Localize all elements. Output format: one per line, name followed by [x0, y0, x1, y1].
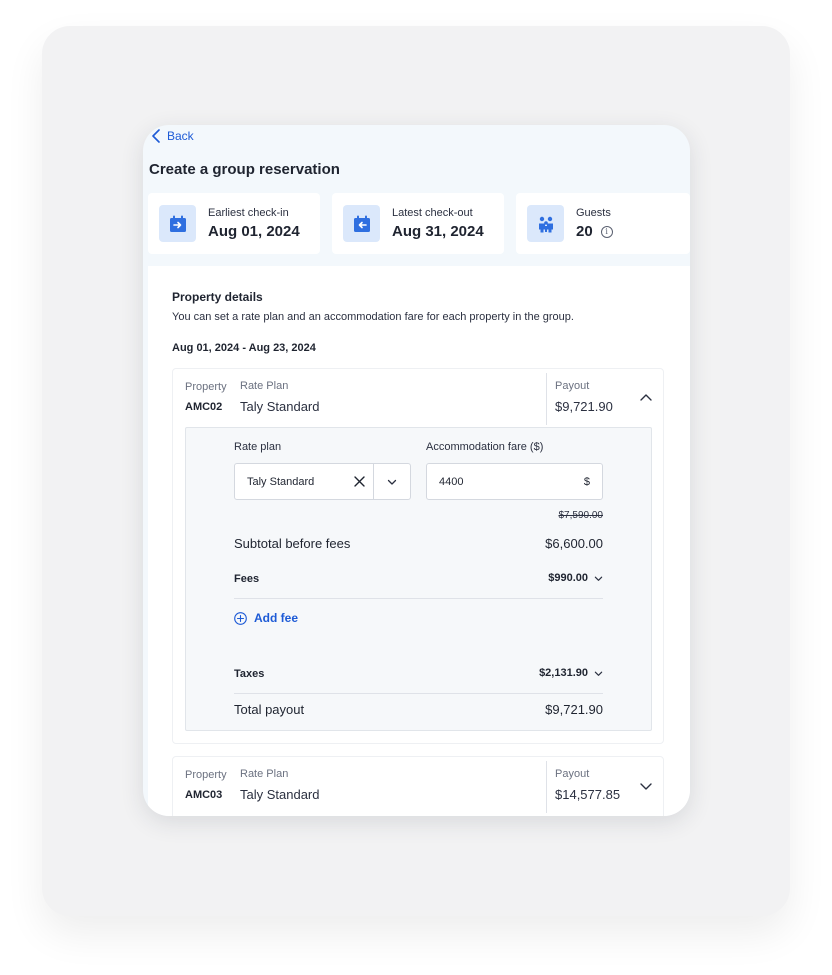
chevron-left-icon: [152, 129, 160, 143]
guests-card: Guests 20 i: [516, 193, 690, 254]
guests-value: 20: [576, 223, 593, 240]
fees-label: Fees: [234, 573, 260, 585]
back-label: Back: [167, 129, 194, 143]
calendar-checkin-icon: [159, 205, 196, 242]
add-fee-button[interactable]: Add fee: [234, 611, 298, 625]
currency-suffix: $: [583, 475, 590, 488]
back-link[interactable]: Back: [151, 129, 194, 143]
chevron-up-icon[interactable]: [639, 391, 653, 405]
guests-value-row: 20 i: [576, 223, 613, 240]
payout-value: $14,577.85: [555, 787, 621, 802]
chevron-down-icon: [594, 671, 603, 676]
property-card-amc02: Property AMC02 Rate Plan Taly Standard P…: [172, 368, 664, 744]
checkin-label: Earliest check-in: [208, 207, 289, 219]
property-header[interactable]: Property AMC03 Rate Plan Taly Standard P…: [173, 757, 663, 815]
property-editor: Rate plan Accommodation fare ($) Taly St…: [185, 427, 652, 731]
guests-icon: [527, 205, 564, 242]
payout-label: Payout: [555, 380, 590, 392]
rate-plan-select[interactable]: Taly Standard: [234, 463, 411, 500]
total-label: Total payout: [234, 702, 305, 717]
property-header[interactable]: Property AMC02 Rate Plan Taly Standard P…: [173, 369, 663, 427]
date-range: Aug 01, 2024 - Aug 23, 2024: [172, 342, 316, 354]
calendar-checkout-icon: [343, 205, 380, 242]
divider: [234, 693, 603, 694]
chevron-down-icon[interactable]: [374, 464, 410, 499]
section-title: Property details: [172, 290, 263, 304]
original-price: $7,590.00: [558, 510, 604, 521]
header-divider: [546, 761, 547, 813]
fare-field-label: Accommodation fare ($): [426, 441, 544, 453]
rate-plan-value: Taly Standard: [240, 399, 320, 414]
payout-value: $9,721.90: [555, 399, 613, 414]
section-description: You can set a rate plan and an accommoda…: [172, 311, 574, 323]
taxes-toggle[interactable]: $2,131.90: [539, 667, 603, 679]
plus-circle-icon: [234, 611, 247, 625]
checkout-label: Latest check-out: [392, 207, 473, 219]
rate-plan-label: Rate Plan: [240, 768, 289, 780]
property-label: Property: [185, 769, 227, 781]
app-window: Back Create a group reservation Earliest…: [143, 125, 690, 816]
page-title: Create a group reservation: [149, 161, 340, 178]
payout-label: Payout: [555, 768, 590, 780]
header-divider: [546, 373, 547, 425]
property-code: AMC02: [185, 401, 223, 413]
property-code: AMC03: [185, 789, 223, 801]
checkin-card: Earliest check-in Aug 01, 2024: [148, 193, 320, 254]
fare-input-box[interactable]: $: [426, 463, 603, 500]
property-label: Property: [185, 381, 227, 393]
checkin-value: Aug 01, 2024: [208, 223, 300, 240]
rate-plan-label: Rate Plan: [240, 380, 289, 392]
fare-input[interactable]: [439, 475, 584, 488]
taxes-label: Taxes: [234, 668, 265, 680]
subtotal-value: $6,600.00: [545, 536, 603, 551]
clear-icon[interactable]: [345, 464, 373, 499]
fees-value: $990.00: [548, 572, 588, 584]
rate-plan-value: Taly Standard: [240, 787, 320, 802]
subtotal-label: Subtotal before fees: [234, 536, 351, 551]
checkout-value: Aug 31, 2024: [392, 223, 484, 240]
total-value: $9,721.90: [545, 702, 603, 717]
rate-plan-field-label: Rate plan: [234, 441, 282, 453]
divider: [234, 598, 603, 599]
taxes-value: $2,131.90: [539, 667, 588, 679]
checkout-card: Latest check-out Aug 31, 2024: [332, 193, 504, 254]
info-icon[interactable]: i: [600, 225, 613, 238]
add-fee-label: Add fee: [254, 611, 299, 625]
property-details-panel: Property details You can set a rate plan…: [148, 266, 690, 816]
chevron-down-icon: [594, 576, 603, 581]
rate-plan-select-value: Taly Standard: [247, 475, 315, 488]
fees-toggle[interactable]: $990.00: [548, 572, 603, 584]
chevron-down-icon[interactable]: [639, 779, 653, 793]
property-card-amc03: Property AMC03 Rate Plan Taly Standard P…: [172, 756, 664, 816]
guests-label: Guests: [576, 207, 611, 219]
